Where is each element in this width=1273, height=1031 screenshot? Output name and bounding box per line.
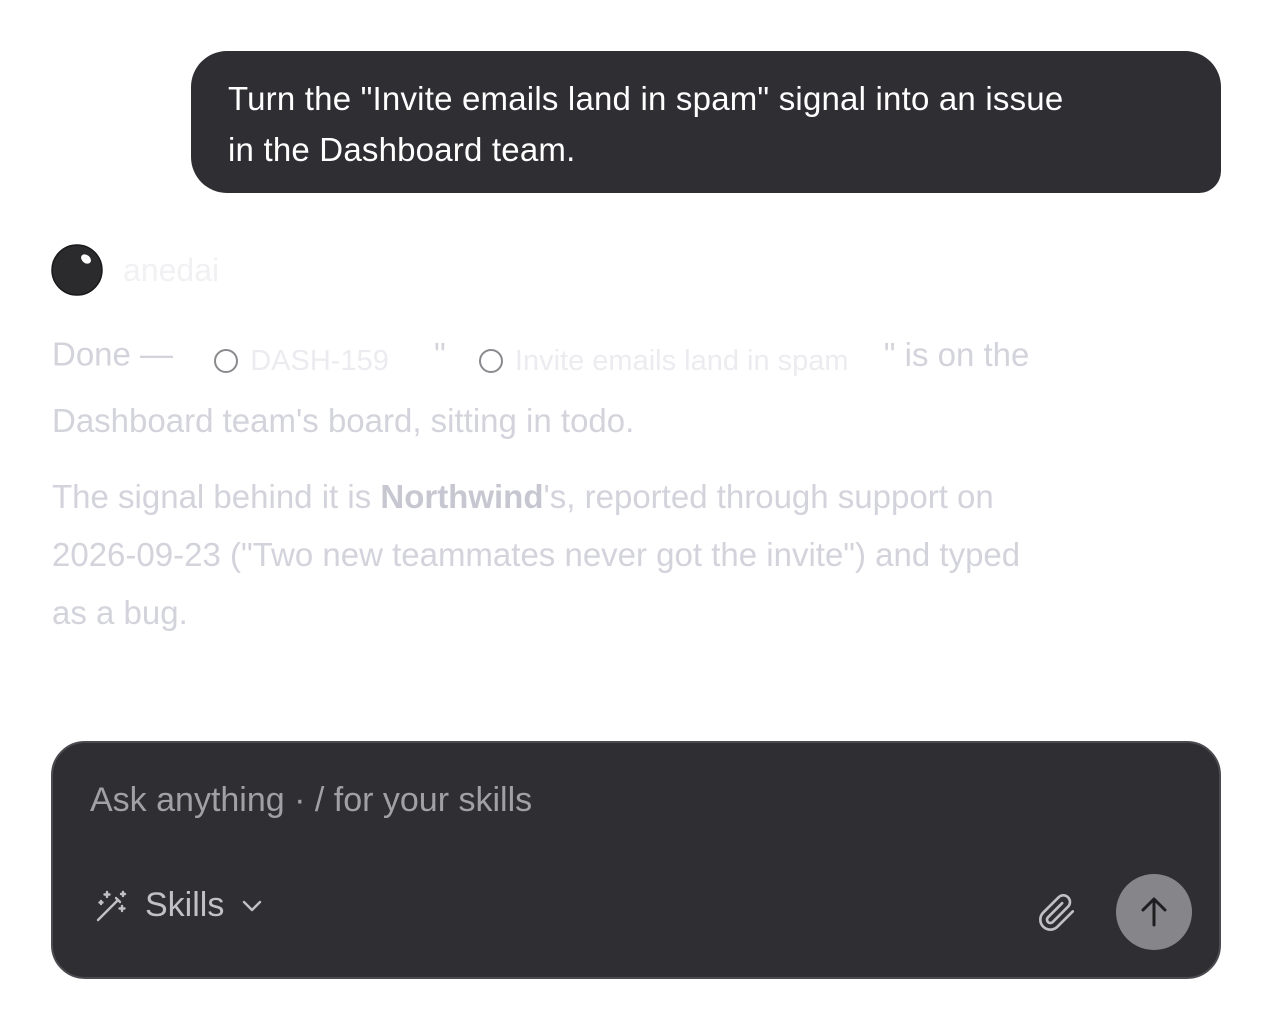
quote-open: " (434, 335, 446, 373)
issue-title-chip[interactable]: Invite emails land in spam (478, 331, 849, 391)
issue-id-chip[interactable]: DASH-159 (214, 331, 389, 391)
message-composer: Skills (51, 741, 1221, 979)
reply-p2-line-2: 2026-09-23 ("Two new teammates never got… (52, 536, 1021, 573)
reply-p2-line-1: The signal behind it is Northwind's, rep… (52, 468, 1222, 526)
skills-label: Skills (145, 886, 225, 924)
anedai-logo-icon (51, 244, 103, 296)
chevron-down-icon (243, 900, 262, 911)
user-message-line-1: Turn the "Invite emails land in spam" si… (228, 80, 1064, 117)
assistant-name: anedai (123, 251, 220, 288)
reply-line-1-suffix: " is on the (883, 335, 1030, 373)
user-message-bubble: Turn the "Invite emails land in spam" si… (191, 51, 1221, 193)
assistant-reply: Done — DASH-159 " Invite emails land in … (52, 323, 1222, 642)
message-input[interactable] (90, 773, 990, 827)
reply-p2-suffix: 's, reported through support on (543, 478, 994, 515)
reply-done-prefix: Done — (52, 335, 174, 373)
reply-p2-prefix: The signal behind it is (52, 478, 381, 515)
user-message-line-2: in the Dashboard team. (228, 131, 576, 168)
customer-name: Northwind (380, 478, 544, 515)
arrow-up-icon (1141, 897, 1167, 927)
magic-wand-icon (96, 890, 127, 921)
circle-outline-icon (214, 349, 239, 373)
attach-button[interactable] (1037, 893, 1077, 933)
send-button[interactable] (1116, 874, 1192, 950)
issue-id: DASH-159 (250, 345, 389, 377)
issue-title: Invite emails land in spam (514, 345, 849, 377)
reply-line-2: Dashboard team's board, sitting in todo. (52, 402, 635, 439)
assistant-header: anedai (51, 244, 219, 296)
skills-button[interactable]: Skills (95, 886, 262, 925)
circle-outline-icon (478, 349, 503, 373)
paperclip-icon (1039, 894, 1075, 931)
reply-p2-line-3: as a bug. (52, 594, 188, 631)
reply-paragraph-2: The signal behind it is Northwind's, rep… (52, 468, 1222, 642)
reply-line-1: Done — DASH-159 " Invite emails land in … (52, 323, 1222, 391)
